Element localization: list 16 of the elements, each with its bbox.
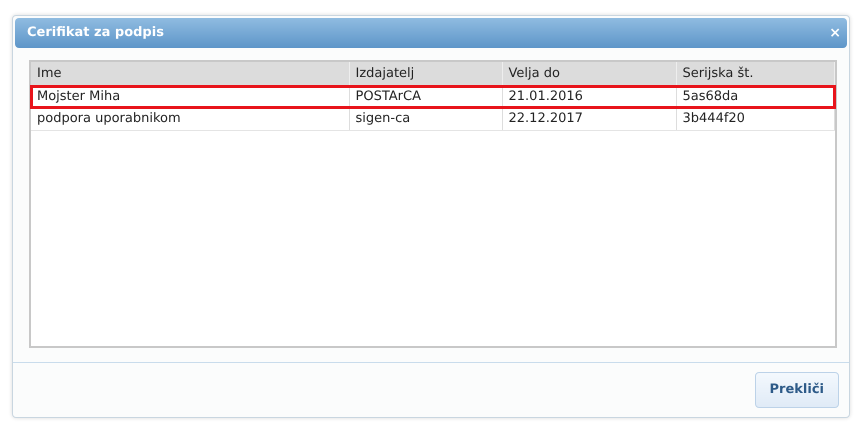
table-cell: podpora uporabnikom <box>31 108 349 130</box>
table-cell: Mojster Miha <box>31 86 349 108</box>
table-cell: 22.12.2017 <box>502 108 676 130</box>
table-cell: 3b444f20 <box>676 108 834 130</box>
cancel-button[interactable]: Prekliči <box>754 372 839 408</box>
table-row[interactable]: podpora uporabnikom sigen-ca 22.12.2017 3b444f20 <box>31 108 834 130</box>
column-header[interactable]: Ime <box>31 62 349 86</box>
dialog-title: Cerifikat za podpis <box>27 24 164 42</box>
table-cell: sigen-ca <box>349 108 502 130</box>
table-row[interactable]: Mojster Miha POSTArCA 21.01.2016 5as68da <box>31 86 834 108</box>
table-cell: 21.01.2016 <box>502 86 676 108</box>
table-cell: POSTArCA <box>349 86 502 108</box>
column-header[interactable]: Izdajatelj <box>349 62 502 86</box>
table-cell: 5as68da <box>676 86 834 108</box>
column-header[interactable]: Serijska št. <box>676 62 834 86</box>
column-header[interactable]: Velja do <box>502 62 676 86</box>
